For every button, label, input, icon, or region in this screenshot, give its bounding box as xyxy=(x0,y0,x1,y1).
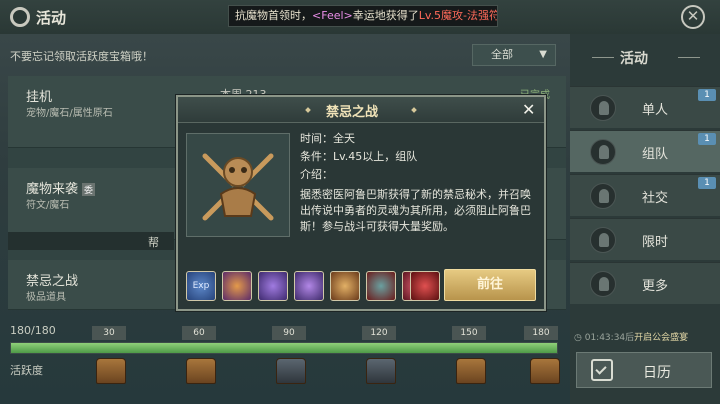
rune-icon[interactable] xyxy=(366,271,396,301)
boss-portrait xyxy=(186,133,290,237)
tab-label: 更多 xyxy=(642,279,669,294)
activity-name-text: 魔物来袭 xyxy=(26,182,79,197)
filter-dropdown[interactable]: 全部 ▼ xyxy=(472,44,556,66)
reminder-text: 不要忘记领取活跃度宝箱哦！ xyxy=(10,50,153,63)
calendar-label: 日历 xyxy=(643,365,671,381)
ticker-prefix: 抗魔物首领时， xyxy=(235,9,312,22)
help-label: 帮 xyxy=(148,236,159,249)
activity-name: 禁忌之战 xyxy=(26,274,79,289)
chest-icon[interactable] xyxy=(366,358,396,384)
chevron-down-icon: ▼ xyxy=(539,49,547,60)
milestone-180: 180 xyxy=(524,326,558,340)
close-icon[interactable]: ✕ xyxy=(681,5,705,29)
progress-fill xyxy=(11,343,557,353)
entrust-tag: 委 xyxy=(82,183,96,196)
condition-text: 条件：Lv.45以上，组队 xyxy=(300,150,418,163)
intro-label: 介绍： xyxy=(300,168,333,181)
chest-icon[interactable] xyxy=(186,358,216,384)
orange-gem-icon[interactable] xyxy=(222,271,252,301)
calendar-icon xyxy=(591,359,613,381)
filter-value: 全部 xyxy=(491,48,513,61)
team-icon xyxy=(590,139,616,165)
schedule-text: 开启公会盛宴 xyxy=(634,333,689,343)
divider xyxy=(678,57,700,58)
chest-icon[interactable] xyxy=(456,358,486,384)
milestone-90: 90 xyxy=(272,326,306,340)
ticker-mid: 幸运地获得了 xyxy=(352,9,419,22)
chest-icon[interactable] xyxy=(276,358,306,384)
social-icon xyxy=(590,183,616,209)
tab-label: 组队 xyxy=(642,147,669,162)
tab-team[interactable]: 组队 1 xyxy=(570,130,720,172)
activity-name: 挂机 xyxy=(26,90,53,105)
header-bar: 活动 抗魔物首领时，<Feel>幸运地获得了Lv.5魔攻-法强符 ✕ xyxy=(0,0,720,34)
countdown: 01:43:34后 xyxy=(584,333,635,343)
diamond-ornament-icon xyxy=(411,107,417,113)
boss-emblem-icon xyxy=(202,153,274,221)
tab-label: 限时 xyxy=(642,235,669,250)
chest-icon[interactable] xyxy=(96,358,126,384)
milestone-150: 150 xyxy=(452,326,486,340)
vitality-label: 活跃度 xyxy=(10,364,43,377)
milestone-30: 30 xyxy=(92,326,126,340)
go-button[interactable]: 前往 xyxy=(444,269,536,301)
clock-icon: ◷ xyxy=(574,333,585,343)
help-bar[interactable]: 帮 xyxy=(8,232,174,250)
intro-description: 据悉密医阿鲁巴斯获得了新的禁忌秘术，并召唤出传说中勇者的灵魂为其所用，必须阻止阿… xyxy=(300,188,531,233)
ticker-player: <Feel> xyxy=(312,9,353,22)
count-badge: 1 xyxy=(698,89,716,101)
milestone-60: 60 xyxy=(182,326,216,340)
milestone-120: 120 xyxy=(362,326,396,340)
scroll-icon[interactable] xyxy=(330,271,360,301)
gear-icon xyxy=(10,7,30,27)
tab-solo[interactable]: 单人 1 xyxy=(570,86,720,128)
time-text: 时间：全天 xyxy=(300,132,355,145)
clock-icon xyxy=(590,227,616,253)
tab-more[interactable]: 更多 xyxy=(570,262,720,304)
activity-rewards: 宠物/魔石/属性原石 xyxy=(26,108,113,119)
red-stone-icon[interactable] xyxy=(410,271,440,301)
broadcast-ticker: 抗魔物首领时，<Feel>幸运地获得了Lv.5魔攻-法强符 xyxy=(228,5,498,27)
category-title: 活动 xyxy=(620,51,648,67)
divider xyxy=(592,57,614,58)
exp-icon[interactable]: Exp xyxy=(186,271,216,301)
tab-label: 单人 xyxy=(642,103,669,118)
count-badge: 1 xyxy=(698,133,716,145)
vitality-progress-bar xyxy=(10,342,558,354)
category-panel: 活动 单人 1 组队 1 社交 1 限时 更多 xyxy=(570,34,720,404)
purple-crystal-icon[interactable] xyxy=(258,271,288,301)
schedule-notice: ◷ 01:43:34后开启公会盛宴 xyxy=(574,330,688,343)
dialog-info: 时间：全天 条件：Lv.45以上，组队 介绍： 据悉密医阿鲁巴斯获得了新的禁忌秘… xyxy=(300,131,540,235)
page-title: 活动 xyxy=(36,9,67,27)
activity-rewards: 极品道具 xyxy=(26,292,66,303)
activity-name: 魔物来袭委 xyxy=(26,178,96,197)
diamond-ornament-icon xyxy=(305,107,311,113)
tab-label: 社交 xyxy=(642,191,669,206)
person-icon xyxy=(590,95,616,121)
chest-icon[interactable] xyxy=(530,358,560,384)
count-badge: 1 xyxy=(698,177,716,189)
dialog-title: 禁忌之战 xyxy=(326,105,379,120)
purple-ore-icon[interactable] xyxy=(294,271,324,301)
grid-icon xyxy=(590,271,616,297)
dialog-header: 禁忌之战 xyxy=(178,97,544,123)
close-icon[interactable]: ✕ xyxy=(522,100,535,119)
calendar-button[interactable]: 日历 xyxy=(576,352,712,388)
tab-limited[interactable]: 限时 xyxy=(570,218,720,260)
activity-rewards: 符文/魔石 xyxy=(26,200,70,211)
ticker-item: Lv.5魔攻-法强符 xyxy=(418,9,498,22)
activity-detail-dialog: 禁忌之战 ✕ 时间：全天 条件：Lv.45以上，组队 介绍： 据悉密医阿鲁巴斯获… xyxy=(176,95,546,311)
progress-label: 180/180 xyxy=(10,324,56,337)
category-header: 活动 xyxy=(570,44,720,72)
activity-screen: 活动 抗魔物首领时，<Feel>幸运地获得了Lv.5魔攻-法强符 ✕ 不要忘记领… xyxy=(0,0,720,404)
tab-social[interactable]: 社交 1 xyxy=(570,174,720,216)
